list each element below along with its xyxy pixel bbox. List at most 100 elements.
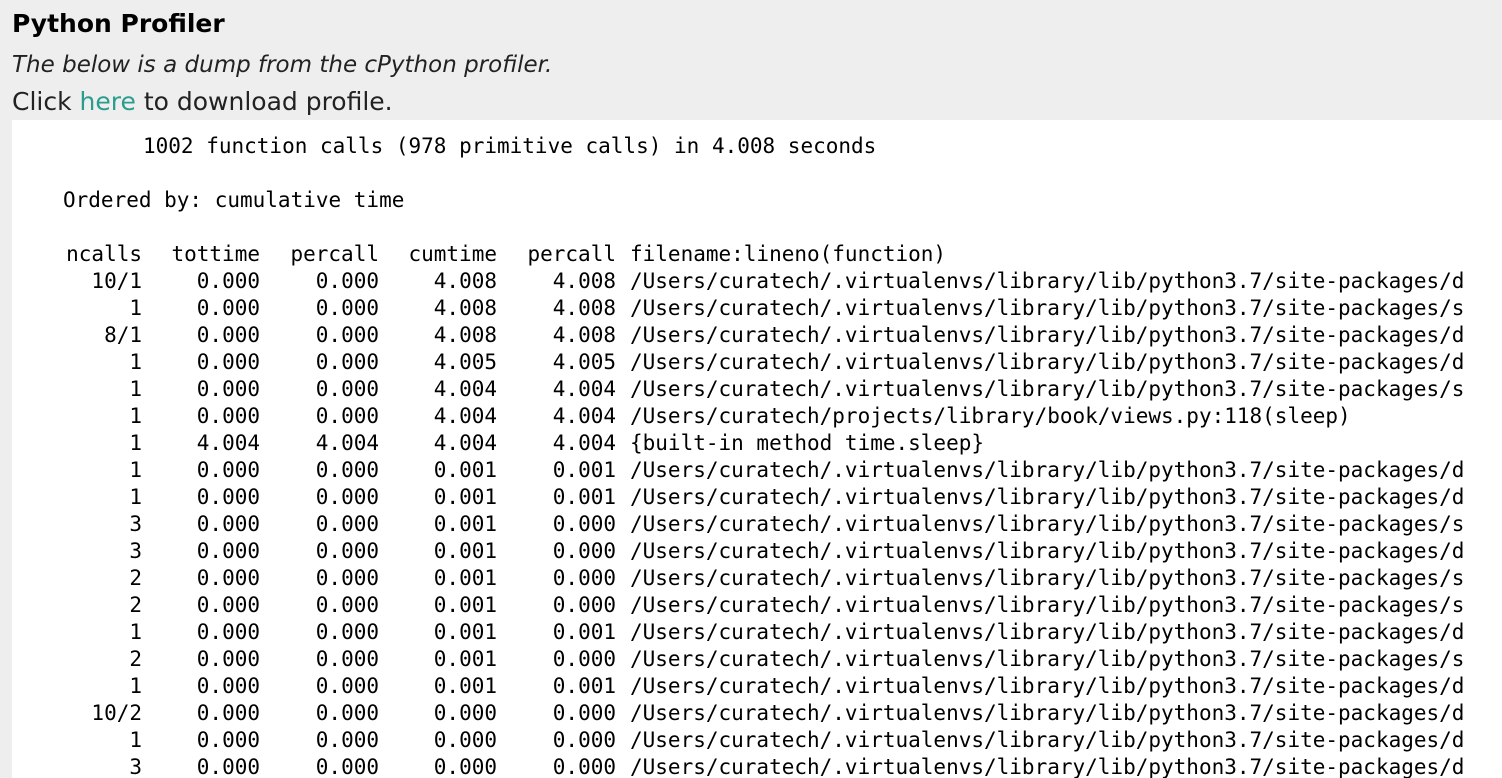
function-cell: /Users/curatech/.virtualenvs/library/lib… [630, 539, 1465, 563]
percall-cumtime-cell: 0.000 [552, 728, 616, 752]
percall-cumtime-cell: 0.001 [552, 674, 616, 698]
function-cell: /Users/curatech/.virtualenvs/library/lib… [630, 674, 1465, 698]
function-cell: {built-in method time.sleep} [630, 431, 985, 455]
function-cell: /Users/curatech/.virtualenvs/library/lib… [630, 728, 1465, 752]
ncalls-cell: 1 [129, 458, 142, 482]
ncalls-cell: 10/2 [91, 701, 142, 725]
percall-cumtime-cell: 4.004 [552, 404, 616, 428]
ncalls-cell: 1 [129, 431, 142, 455]
profile-ordering: Ordered by: cumulative time [63, 188, 405, 212]
percall-tottime-cell: 0.000 [315, 269, 379, 293]
download-profile-link[interactable]: here [80, 87, 136, 116]
function-cell: /Users/curatech/.virtualenvs/library/lib… [630, 755, 1465, 778]
cumtime-cell: 0.001 [433, 674, 497, 698]
tottime-cell: 0.000 [196, 323, 260, 347]
tottime-cell: 0.000 [196, 674, 260, 698]
percall-cumtime-cell: 4.004 [552, 431, 616, 455]
percall-tottime-cell: 0.000 [315, 512, 379, 536]
table-row: 3 0.000 0.000 0.000 0.000/Users/curatech/.vi… [63, 754, 1502, 778]
cumtime-cell: 0.001 [433, 566, 497, 590]
ncalls-cell: 1 [129, 674, 142, 698]
tottime-cell: 0.000 [196, 593, 260, 617]
percall-tottime-cell: 0.000 [315, 323, 379, 347]
tottime-cell: 0.000 [196, 512, 260, 536]
col-tottime: tottime [171, 242, 260, 266]
function-cell: /Users/curatech/.virtualenvs/library/lib… [630, 701, 1465, 725]
function-cell: /Users/curatech/.virtualenvs/library/lib… [630, 593, 1465, 617]
function-cell: /Users/curatech/.virtualenvs/library/lib… [630, 566, 1465, 590]
percall-cumtime-cell: 0.000 [552, 647, 616, 671]
function-cell: /Users/curatech/projects/library/book/vi… [630, 404, 1351, 428]
cumtime-cell: 0.001 [433, 485, 497, 509]
cumtime-cell: 0.000 [433, 728, 497, 752]
table-row: 3 0.000 0.000 0.001 0.000/Users/curatech/.vi… [63, 538, 1502, 565]
tottime-cell: 0.000 [196, 728, 260, 752]
percall-tottime-cell: 0.000 [315, 674, 379, 698]
function-cell: /Users/curatech/.virtualenvs/library/lib… [630, 485, 1465, 509]
percall-cumtime-cell: 0.000 [552, 512, 616, 536]
percall-cumtime-cell: 0.000 [552, 701, 616, 725]
ncalls-cell: 8/1 [104, 323, 142, 347]
table-row: 1 0.000 0.000 4.005 4.005/Users/curatech/.vi… [63, 349, 1502, 376]
function-cell: /Users/curatech/.virtualenvs/library/lib… [630, 512, 1465, 536]
ncalls-cell: 1 [129, 404, 142, 428]
function-cell: /Users/curatech/.virtualenvs/library/lib… [630, 269, 1465, 293]
ncalls-cell: 3 [129, 512, 142, 536]
table-row: 1 0.000 0.000 4.004 4.004/Users/curatech/pro… [63, 403, 1502, 430]
function-cell: /Users/curatech/.virtualenvs/library/lib… [630, 458, 1465, 482]
ncalls-cell: 10/1 [91, 269, 142, 293]
profile-table: ncalls tottime percall cumtime percall f… [63, 241, 1502, 778]
percall-cumtime-cell: 4.005 [552, 350, 616, 374]
cumtime-cell: 4.004 [433, 404, 497, 428]
percall-tottime-cell: 0.000 [315, 296, 379, 320]
percall-cumtime-cell: 4.008 [552, 269, 616, 293]
col-ncalls: ncalls [66, 242, 142, 266]
ncalls-cell: 1 [129, 485, 142, 509]
table-row: 2 0.000 0.000 0.001 0.000/Users/curatech/.vi… [63, 646, 1502, 673]
function-cell: /Users/curatech/.virtualenvs/library/lib… [630, 296, 1465, 320]
percall-tottime-cell: 0.000 [315, 701, 379, 725]
percall-tottime-cell: 0.000 [315, 755, 379, 778]
table-row: 1 4.004 4.004 4.004 4.004 {built-in method ti… [63, 430, 1502, 457]
tottime-cell: 0.000 [196, 647, 260, 671]
tottime-cell: 0.000 [196, 701, 260, 725]
percall-cumtime-cell: 4.008 [552, 323, 616, 347]
tottime-cell: 0.000 [196, 269, 260, 293]
col-percall-tottime: percall [290, 242, 379, 266]
percall-cumtime-cell: 0.000 [552, 539, 616, 563]
percall-tottime-cell: 0.000 [315, 728, 379, 752]
table-row: 10/2 0.000 0.000 0.000 0.000/Users/curatech/… [63, 700, 1502, 727]
table-row: 10/1 0.000 0.000 4.008 4.008/Users/curatech/… [63, 268, 1502, 295]
cumtime-cell: 0.001 [433, 620, 497, 644]
table-row: 1 0.000 0.000 4.004 4.004/Users/curatech/.vi… [63, 376, 1502, 403]
percall-cumtime-cell: 0.001 [552, 485, 616, 509]
percall-cumtime-cell: 0.001 [552, 620, 616, 644]
ncalls-cell: 3 [129, 755, 142, 778]
percall-tottime-cell: 0.000 [315, 647, 379, 671]
percall-tottime-cell: 0.000 [315, 458, 379, 482]
table-row: 8/1 0.000 0.000 4.008 4.008/Users/curatech/.… [63, 322, 1502, 349]
download-prefix: Click [12, 87, 80, 116]
tottime-cell: 0.000 [196, 755, 260, 778]
tottime-cell: 0.000 [196, 566, 260, 590]
table-row: 1 0.000 0.000 0.001 0.001/Users/curatech/.vi… [63, 673, 1502, 700]
tottime-cell: 0.000 [196, 458, 260, 482]
cumtime-cell: 0.001 [433, 593, 497, 617]
ncalls-cell: 2 [129, 566, 142, 590]
profile-header-row: ncalls tottime percall cumtime percall f… [63, 241, 1502, 268]
cumtime-cell: 4.004 [433, 431, 497, 455]
cumtime-cell: 0.001 [433, 512, 497, 536]
download-line: Click here to download profile. [12, 86, 393, 118]
cumtime-cell: 4.005 [433, 350, 497, 374]
profile-summary: 1002 function calls (978 primitive calls… [143, 134, 877, 158]
ncalls-cell: 2 [129, 593, 142, 617]
profile-dump[interactable]: 1002 function calls (978 primitive calls… [12, 120, 1502, 778]
col-percall-cumtime: percall [527, 242, 616, 266]
percall-cumtime-cell: 4.004 [552, 377, 616, 401]
table-row: 1 0.000 0.000 4.008 4.008/Users/curatech/.vi… [63, 295, 1502, 322]
function-cell: /Users/curatech/.virtualenvs/library/lib… [630, 323, 1465, 347]
percall-tottime-cell: 0.000 [315, 566, 379, 590]
ncalls-cell: 1 [129, 350, 142, 374]
cumtime-cell: 0.000 [433, 701, 497, 725]
page-subtitle: The below is a dump from the cPython pro… [12, 52, 553, 78]
